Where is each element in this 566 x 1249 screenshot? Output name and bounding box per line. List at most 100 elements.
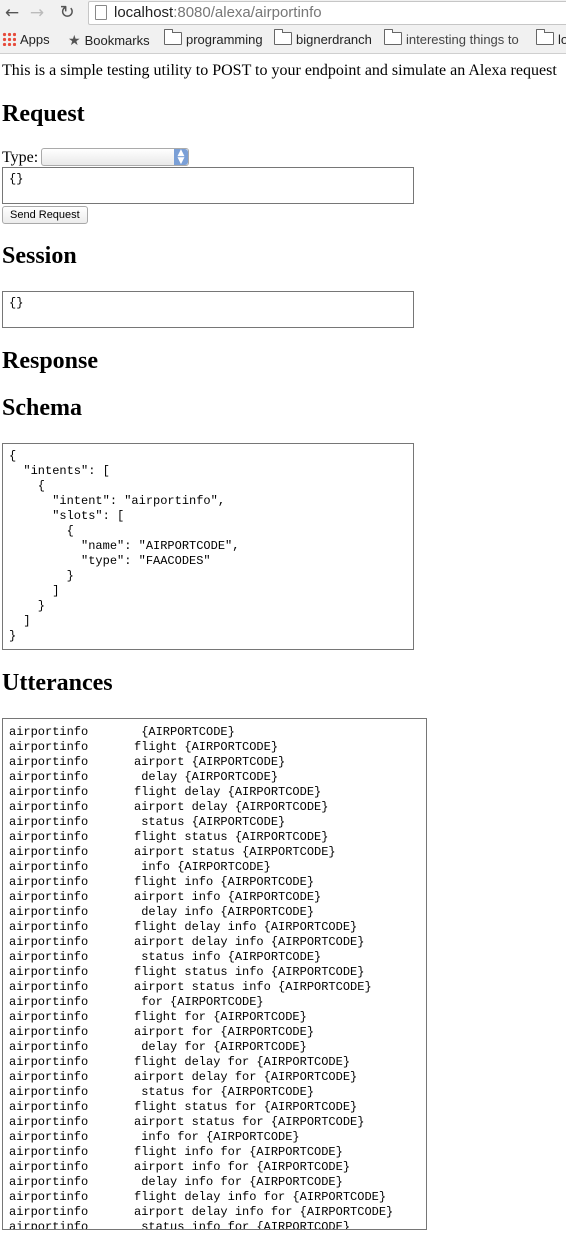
utterance-phrase: info for {AIRPORTCODE}	[134, 1130, 300, 1144]
request-body-textarea[interactable]: {}	[2, 167, 414, 204]
utterance-intent: airportinfo	[9, 950, 89, 964]
utterance-row: airportinfo airport status {AIRPORTCODE}	[9, 845, 420, 860]
utterance-phrase: airport status {AIRPORTCODE}	[134, 845, 336, 859]
utterance-phrase: airport delay {AIRPORTCODE}	[134, 800, 329, 814]
utterance-phrase: airport for {AIRPORTCODE}	[134, 1025, 315, 1039]
utterance-phrase: delay info {AIRPORTCODE}	[134, 905, 315, 919]
utterance-row: airportinfo flight delay info for {AIRPOR…	[9, 1190, 420, 1205]
utterance-intent: airportinfo	[9, 1130, 89, 1144]
utterance-row: airportinfo airport status for {AIRPORTCO…	[9, 1115, 420, 1130]
utterance-phrase: delay {AIRPORTCODE}	[134, 770, 279, 784]
send-request-button[interactable]: Send Request	[2, 206, 88, 224]
browser-chrome: ← → ↻ localhost:8080/alexa/airportinfo A…	[0, 0, 566, 54]
bookmark-programming[interactable]: programming	[164, 29, 263, 49]
utterance-row: airportinfo delay {AIRPORTCODE}	[9, 770, 420, 785]
utterance-row: airportinfo delay info for {AIRPORTCODE}	[9, 1175, 420, 1190]
utterance-row: airportinfo status info {AIRPORTCODE}	[9, 950, 420, 965]
bookmark-lo[interactable]: lo	[536, 29, 566, 49]
utterance-phrase: flight status {AIRPORTCODE}	[134, 830, 329, 844]
utterance-phrase: info {AIRPORTCODE}	[134, 860, 271, 874]
bookmarks-bar: Apps ★ Bookmarks programming bignerdranch…	[0, 29, 566, 51]
folder-icon	[164, 29, 182, 45]
address-bar[interactable]: localhost:8080/alexa/airportinfo	[88, 1, 566, 25]
utterance-intent: airportinfo	[9, 815, 89, 829]
type-label: Type:	[2, 149, 39, 166]
utterance-row: airportinfo info {AIRPORTCODE}	[9, 860, 420, 875]
utterance-intent: airportinfo	[9, 725, 89, 739]
utterance-phrase: flight info {AIRPORTCODE}	[134, 875, 315, 889]
schema-textarea[interactable]: { "intents": [ { "intent": "airportinfo"…	[2, 443, 414, 650]
utterance-intent: airportinfo	[9, 755, 89, 769]
utterance-intent: airportinfo	[9, 800, 89, 814]
utterance-row: airportinfo flight for {AIRPORTCODE}	[9, 1010, 420, 1025]
utterance-row: airportinfo airport info {AIRPORTCODE}	[9, 890, 420, 905]
utterance-phrase: flight for {AIRPORTCODE}	[134, 1010, 307, 1024]
response-heading: Response	[2, 348, 99, 374]
utterance-phrase: status for {AIRPORTCODE}	[134, 1085, 315, 1099]
utterance-intent: airportinfo	[9, 785, 89, 799]
utterance-phrase: delay for {AIRPORTCODE}	[134, 1040, 307, 1054]
utterance-intent: airportinfo	[9, 845, 89, 859]
utterance-phrase: status {AIRPORTCODE}	[134, 815, 286, 829]
utterance-row: airportinfo flight {AIRPORTCODE}	[9, 740, 420, 755]
utterance-phrase: flight delay for {AIRPORTCODE}	[134, 1055, 351, 1069]
utterance-intent: airportinfo	[9, 1160, 89, 1174]
utterance-phrase: flight delay info {AIRPORTCODE}	[134, 920, 358, 934]
session-body-textarea[interactable]: {}	[2, 291, 414, 328]
bookmark-interesting-things[interactable]: interesting things to	[384, 29, 519, 49]
utterance-phrase: airport info for {AIRPORTCODE}	[134, 1160, 351, 1174]
back-arrow-icon[interactable]: ←	[2, 3, 22, 23]
reload-icon[interactable]: ↻	[57, 3, 77, 23]
chevron-updown-icon: ▲ ▼	[174, 149, 188, 166]
utterance-intent: airportinfo	[9, 875, 89, 889]
utterance-row: airportinfo info for {AIRPORTCODE}	[9, 1130, 420, 1145]
session-heading: Session	[2, 243, 77, 269]
page-icon	[95, 5, 107, 20]
utterance-phrase: for {AIRPORTCODE}	[134, 995, 264, 1009]
utterance-row: airportinfo airport for {AIRPORTCODE}	[9, 1025, 420, 1040]
utterance-row: airportinfo delay for {AIRPORTCODE}	[9, 1040, 420, 1055]
utterance-phrase: flight delay info for {AIRPORTCODE}	[134, 1190, 387, 1204]
utterance-intent: airportinfo	[9, 1190, 89, 1204]
utterance-row: airportinfo airport delay for {AIRPORTCOD…	[9, 1070, 420, 1085]
utterance-intent: airportinfo	[9, 890, 89, 904]
utterance-intent: airportinfo	[9, 770, 89, 784]
utterance-intent: airportinfo	[9, 980, 89, 994]
bookmark-apps[interactable]: Apps	[2, 31, 50, 49]
utterance-phrase: {AIRPORTCODE}	[134, 725, 235, 739]
utterance-intent: airportinfo	[9, 965, 89, 979]
folder-icon	[384, 29, 402, 45]
utterance-row: airportinfo flight status info {AIRPORTCO…	[9, 965, 420, 980]
utterance-phrase: flight status info {AIRPORTCODE}	[134, 965, 365, 979]
utterance-intent: airportinfo	[9, 1220, 89, 1230]
utterance-row: airportinfo airport info for {AIRPORTCODE…	[9, 1160, 420, 1175]
utterance-phrase: flight info for {AIRPORTCODE}	[134, 1145, 343, 1159]
utterance-row: airportinfo airport delay info for {AIRPO…	[9, 1205, 420, 1220]
utterance-intent: airportinfo	[9, 1070, 89, 1084]
utterance-row: airportinfo airport delay {AIRPORTCODE}	[9, 800, 420, 815]
utterance-phrase: flight delay {AIRPORTCODE}	[134, 785, 322, 799]
utterance-phrase: airport delay for {AIRPORTCODE}	[134, 1070, 358, 1084]
utterance-row: airportinfo flight info for {AIRPORTCODE}	[9, 1145, 420, 1160]
utterance-intent: airportinfo	[9, 1040, 89, 1054]
utterance-row: airportinfo airport delay info {AIRPORTCO…	[9, 935, 420, 950]
schema-json: { "intents": [ { "intent": "airportinfo"…	[9, 449, 240, 643]
utterance-row: airportinfo status info for {AIRPORTCODE…	[9, 1220, 420, 1230]
utterances-textarea[interactable]: airportinfo {AIRPORTCODE} airportinfo flig…	[2, 718, 427, 1230]
bookmark-bignerdranch[interactable]: bignerdranch	[274, 29, 372, 49]
utterance-intent: airportinfo	[9, 1025, 89, 1039]
utterance-row: airportinfo airport {AIRPORTCODE}	[9, 755, 420, 770]
folder-icon	[274, 29, 292, 45]
utterance-row: airportinfo delay info {AIRPORTCODE}	[9, 905, 420, 920]
utterance-row: airportinfo flight status {AIRPORTCODE}	[9, 830, 420, 845]
forward-arrow-icon[interactable]: →	[27, 3, 47, 23]
utterance-row: airportinfo flight delay info {AIRPORTCOD…	[9, 920, 420, 935]
folder-icon	[536, 29, 554, 45]
utterance-phrase: airport status info {AIRPORTCODE}	[134, 980, 372, 994]
bookmark-bookmarks[interactable]: ★ Bookmarks	[68, 31, 150, 49]
schema-heading: Schema	[2, 395, 82, 421]
utterance-phrase: status info {AIRPORTCODE}	[134, 950, 322, 964]
utterance-row: airportinfo flight info {AIRPORTCODE}	[9, 875, 420, 890]
type-select[interactable]: ▲ ▼	[41, 148, 189, 166]
utterance-row: airportinfo status {AIRPORTCODE}	[9, 815, 420, 830]
